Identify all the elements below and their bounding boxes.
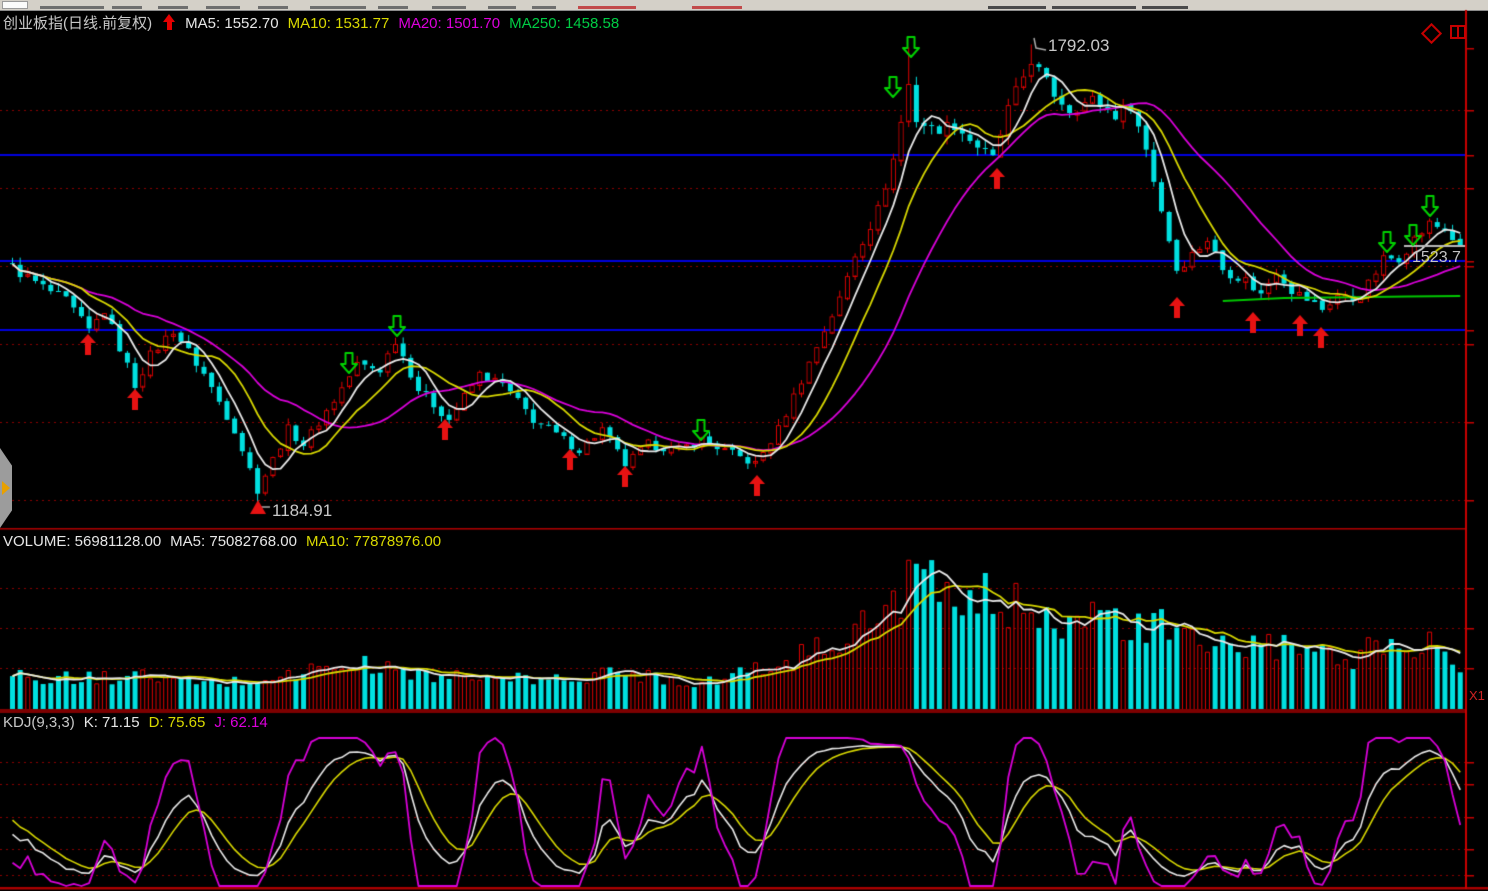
symbol-title: 创业板指(日线.前复权) xyxy=(3,15,152,32)
volume-ma5-value: MA5: 75082768.00 xyxy=(170,533,297,550)
volume-value: VOLUME: 56981128.00 xyxy=(3,533,161,550)
ma250-value: MA250: 1458.58 xyxy=(509,15,619,32)
expand-arrow-icon xyxy=(2,481,10,495)
chart-canvas[interactable] xyxy=(0,0,1488,891)
stock-chart-app: 创业板指(日线.前复权) MA5: 1552.70 MA10: 1531.77 MA2… xyxy=(0,0,1488,891)
volume-ma10-value: MA10: 77878976.00 xyxy=(306,533,441,550)
up-arrow-icon xyxy=(163,14,176,30)
diamond-icon[interactable] xyxy=(1421,23,1442,44)
price-pane-header: 创业板指(日线.前复权) MA5: 1552.70 MA10: 1531.77 MA2… xyxy=(3,12,628,33)
kdj-title: KDJ(9,3,3) xyxy=(3,714,75,731)
kdj-d-value: D: 75.65 xyxy=(149,714,206,731)
ma5-value: MA5: 1552.70 xyxy=(185,15,278,32)
last-price-label: 1523.7 xyxy=(1412,249,1461,267)
pane-window-controls xyxy=(1424,24,1474,44)
volume-scale-label: X1 xyxy=(1469,688,1485,703)
ma20-value: MA20: 1501.70 xyxy=(398,15,500,32)
low-price-annotation: 1184.91 xyxy=(272,501,332,521)
volume-pane-header: VOLUME: 56981128.00 MA5: 75082768.00 MA10:… xyxy=(3,533,450,550)
kdj-pane-header: KDJ(9,3,3) K: 71.15 D: 75.65 J: 62.14 xyxy=(3,714,277,731)
kdj-k-value: K: 71.15 xyxy=(84,714,140,731)
high-price-annotation: 1792.03 xyxy=(1048,36,1109,56)
restore-window-icon[interactable] xyxy=(1450,25,1466,39)
ma10-value: MA10: 1531.77 xyxy=(288,15,390,32)
kdj-j-value: J: 62.14 xyxy=(214,714,267,731)
